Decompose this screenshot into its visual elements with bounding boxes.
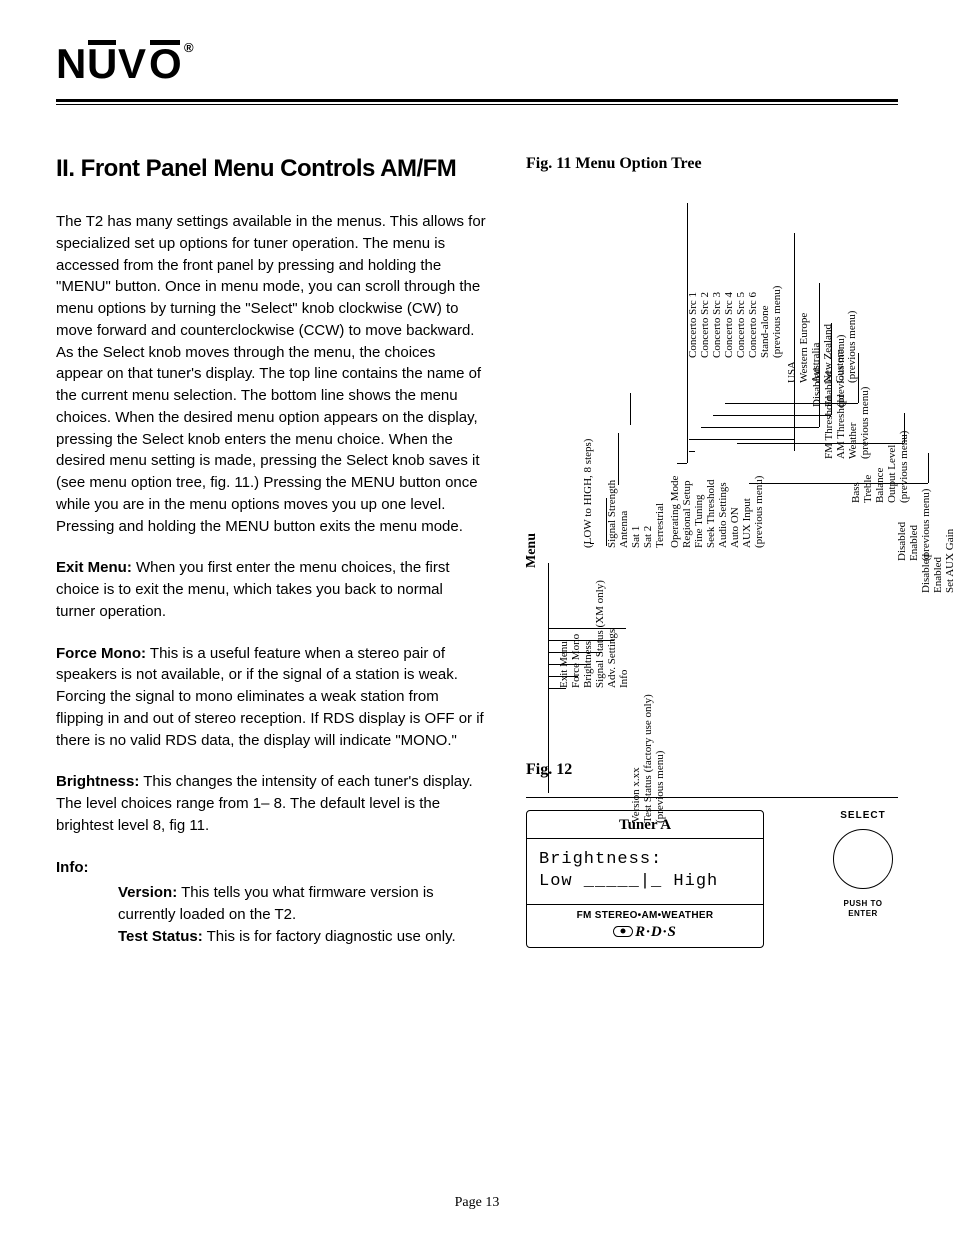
au-3: Output Level	[886, 445, 898, 503]
op-4: Concerto Src 5	[735, 292, 747, 358]
op-7: (previous menu)	[771, 286, 783, 358]
force-mono-paragraph: Force Mono: This is a useful feature whe…	[56, 643, 486, 752]
info-paragraph: Info:	[56, 857, 486, 879]
ao-2: (previous menu)	[920, 489, 932, 561]
l1-adv: Adv. Settings	[606, 629, 618, 688]
push-label-2: ENTER	[818, 909, 908, 919]
fig12-caption: Fig. 12	[526, 761, 898, 779]
reg-5: (previous menu)	[846, 311, 858, 383]
select-label: SELECT	[818, 810, 908, 821]
tuner-display: Tuner A Brightness: Low _____|_ High FM …	[526, 810, 764, 947]
tree-root: Menu	[524, 533, 540, 568]
reg-1: Western Europe	[798, 313, 810, 383]
exit-menu-paragraph: Exit Menu: When you first enter the menu…	[56, 557, 486, 622]
tuner-footer: FM STEREO•AM•WEATHER	[527, 905, 763, 924]
page-number: Page 13	[0, 1195, 954, 1211]
version-label: Version:	[118, 884, 177, 901]
adv-4: Audio Settings	[717, 482, 729, 548]
bright-detail: (LOW to HIGH, 8 steps)	[582, 439, 594, 548]
ft-0: Disabled	[811, 368, 823, 407]
header-rule-thick	[56, 99, 898, 102]
eye-icon	[613, 926, 633, 937]
sig-4: Terrestrial	[654, 503, 666, 548]
rds-logo: R·D·S	[527, 924, 763, 947]
screen-line2: Low _____|_ High	[539, 871, 751, 893]
page-header: N U V O ®	[56, 40, 898, 105]
header-rule-thin	[56, 104, 898, 105]
select-knob-icon[interactable]	[833, 829, 893, 889]
info-subsection: Version: This tells you what firmware ve…	[118, 882, 486, 947]
au-2: Balance	[874, 468, 886, 503]
adv-2: Fine Tuning	[693, 495, 705, 549]
test-status-text: This is for factory diagnostic use only.	[207, 928, 456, 945]
ax-1: Enabled	[932, 557, 944, 593]
sig-0: Signal Strength	[606, 480, 618, 548]
au-1: Treble	[862, 475, 874, 503]
force-mono-label: Force Mono:	[56, 645, 146, 662]
op-5: Concerto Src 6	[747, 292, 759, 358]
body-column: II. Front Panel Menu Controls AM/FM The …	[56, 155, 486, 948]
sig-3: Sat 2	[642, 526, 654, 548]
select-knob-area: SELECT PUSH TO ENTER	[818, 810, 908, 918]
op-6: Stand-alone	[759, 305, 771, 358]
info-label: Info:	[56, 859, 88, 876]
svg-text:®: ®	[184, 40, 194, 55]
sk-2: Weather	[847, 423, 859, 459]
svg-text:U: U	[87, 40, 115, 84]
svg-text:O: O	[149, 40, 180, 84]
adv-3: Seek Threshold	[705, 479, 717, 548]
sig-2: Sat 1	[630, 526, 642, 548]
brightness-label: Brightness:	[56, 773, 139, 790]
op-2: Concerto Src 3	[711, 292, 723, 358]
l1-signal: Signal Status (XM only)	[594, 580, 606, 688]
adv-1: Regional Setup	[681, 480, 693, 548]
brand-logo: N U V O ®	[56, 40, 216, 91]
fig12-rule	[526, 797, 898, 798]
adv-5: Auto ON	[729, 507, 741, 548]
reg-0: USA	[786, 361, 798, 383]
ax-0: Disabled	[920, 554, 932, 593]
sig-1: Antenna	[618, 511, 630, 548]
intro-paragraph: The T2 has many settings available in th…	[56, 211, 486, 537]
test-status-label: Test Status:	[118, 928, 203, 945]
adv-7: (previous menu)	[753, 476, 765, 548]
ao-0: Disabled	[896, 522, 908, 561]
sk-3: (previous menu)	[859, 387, 871, 459]
svg-text:N: N	[56, 40, 84, 84]
fig11-caption: Fig. 11 Menu Option Tree	[526, 155, 898, 173]
op-0: Concerto Src 1	[687, 292, 699, 358]
l1-mono: Force Mono	[570, 634, 582, 688]
adv-0: Operating Mode	[669, 476, 681, 548]
sk-0: FM Threshold	[823, 396, 835, 459]
tuner-screen: Brightness: Low _____|_ High	[527, 838, 763, 904]
l1-info: Info	[618, 670, 630, 688]
exit-menu-label: Exit Menu:	[56, 559, 132, 576]
brightness-paragraph: Brightness: This changes the intensity o…	[56, 771, 486, 836]
ax-2: Set AUX Gain	[944, 529, 954, 593]
screen-line1: Brightness:	[539, 849, 751, 871]
section-title: II. Front Panel Menu Controls AM/FM	[56, 155, 486, 183]
figures-column: Fig. 11 Menu Option Tree Menu Exit Menu …	[526, 155, 898, 948]
ao-1: Enabled	[908, 525, 920, 561]
op-3: Concerto Src 4	[723, 292, 735, 358]
au-0: Bass	[850, 482, 862, 503]
push-label-1: PUSH TO	[818, 899, 908, 909]
op-1: Concerto Src 2	[699, 292, 711, 358]
svg-text:V: V	[118, 40, 146, 84]
tuner-title: Tuner A	[527, 811, 763, 838]
adv-6: AUX Input	[741, 498, 753, 548]
fig12-panel: Fig. 12 Tuner A Brightness: Low _____|_ …	[526, 761, 898, 947]
